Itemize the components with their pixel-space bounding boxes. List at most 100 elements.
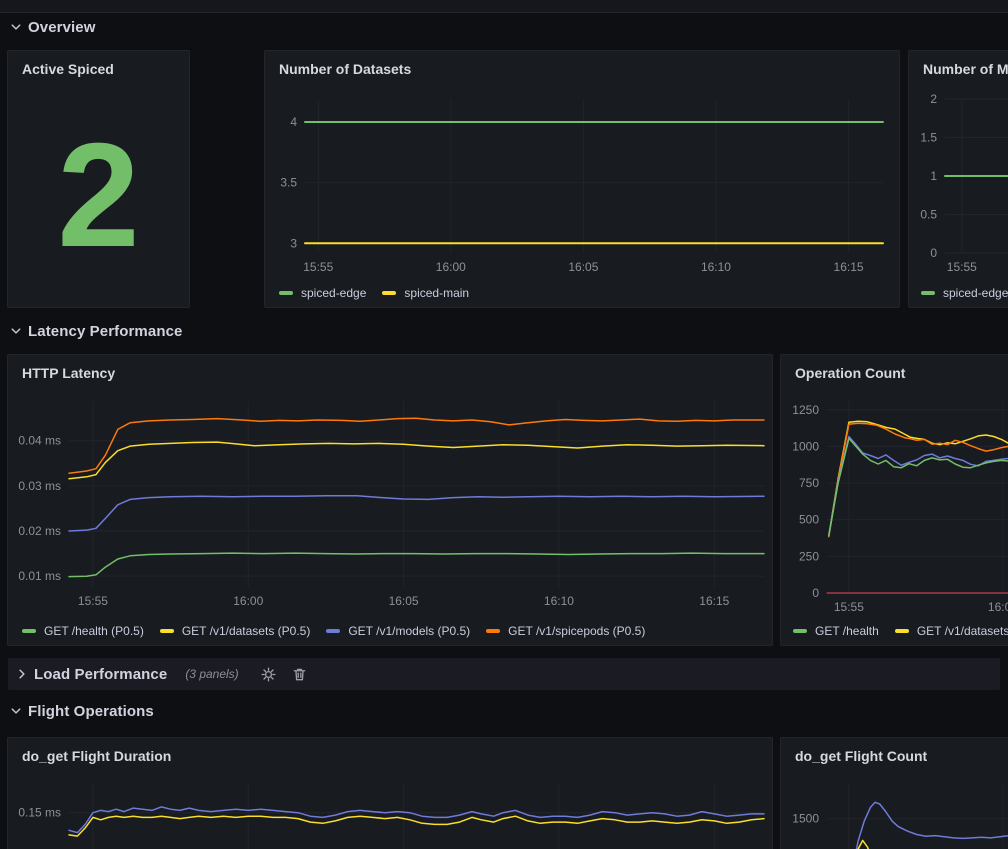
svg-text:15:55: 15:55: [947, 260, 977, 274]
svg-text:1.5: 1.5: [920, 131, 937, 145]
legend-swatch: [279, 291, 293, 295]
legend-item[interactable]: GET /health: [793, 624, 879, 638]
timeseries-chart[interactable]: 0.15 ms15:5516:0016:0516:1016:15: [8, 774, 772, 849]
chart-legend: spiced-edge spiced-main: [265, 279, 899, 307]
legend-label: GET /v1/datasets: [917, 624, 1008, 638]
svg-text:16:00: 16:00: [436, 260, 466, 274]
legend-swatch: [486, 629, 500, 633]
panel-title[interactable]: do_get Flight Duration: [8, 738, 772, 772]
section-label: Flight Operations: [28, 703, 154, 720]
gear-icon[interactable]: [261, 667, 276, 682]
panel-active-spiced: Active Spiced 2: [7, 50, 190, 308]
section-header-flight-operations[interactable]: Flight Operations: [10, 699, 154, 723]
chart-legend: spiced-edge: [909, 279, 1008, 307]
legend-swatch: [326, 629, 340, 633]
timeseries-chart[interactable]: 00.511.5215:5516:00: [909, 87, 1008, 279]
panel-http-latency: HTTP Latency 0.01 ms 0.02 ms 0.03 ms 0.04 m…: [7, 354, 773, 646]
svg-text:0.03 ms: 0.03 ms: [18, 479, 61, 493]
svg-text:4: 4: [290, 115, 297, 129]
legend-item[interactable]: GET /v1/datasets (P0.5): [160, 624, 311, 638]
panel-operation-count: Operation Count 0 250 500 750 1000 1250 15:55 1…: [780, 354, 1008, 646]
legend-swatch: [921, 291, 935, 295]
section-label: Overview: [28, 19, 96, 36]
chart-legend: GET /health (P0.5) GET /v1/datasets (P0.5…: [8, 617, 772, 645]
legend-label: spiced-edge: [301, 286, 366, 300]
chevron-down-icon: [10, 705, 22, 717]
svg-text:0.01 ms: 0.01 ms: [18, 569, 61, 583]
panel-do-get-flight-duration: do_get Flight Duration 0.15 ms15:5516:00…: [7, 737, 773, 849]
section-label: Latency Performance: [28, 323, 182, 340]
section-header-overview[interactable]: Overview: [10, 15, 96, 39]
svg-text:0.02 ms: 0.02 ms: [18, 524, 61, 538]
legend-label: GET /v1/models (P0.5): [348, 624, 470, 638]
legend-swatch: [793, 629, 807, 633]
chevron-down-icon: [10, 325, 22, 337]
timeseries-chart[interactable]: 33.5415:5516:0016:0516:1016:15: [265, 87, 899, 279]
legend-label: GET /health (P0.5): [44, 624, 144, 638]
legend-item[interactable]: spiced-main: [382, 286, 469, 300]
section-header-load-performance[interactable]: Load Performance (3 panels): [8, 658, 1000, 690]
top-bar: [0, 0, 1008, 13]
svg-text:2: 2: [930, 92, 937, 106]
chevron-right-icon: [16, 668, 28, 680]
legend-label: GET /health: [815, 624, 879, 638]
svg-text:500: 500: [799, 513, 819, 527]
timeseries-chart[interactable]: 0 250 500 750 1000 1250 15:55 16:00: [781, 391, 1008, 619]
timeseries-chart[interactable]: 0.01 ms 0.02 ms 0.03 ms 0.04 ms 15:55 16:00 16…: [8, 391, 772, 619]
section-header-latency-performance[interactable]: Latency Performance: [10, 319, 182, 343]
svg-text:16:00: 16:00: [988, 600, 1008, 614]
svg-text:16:05: 16:05: [389, 594, 419, 608]
stat-value: 2: [8, 85, 189, 307]
panel-number-of-models: Number of Models 00.511.5215:5516:00 spi…: [908, 50, 1008, 308]
legend-item[interactable]: GET /v1/models (P0.5): [326, 624, 470, 638]
svg-text:16:00: 16:00: [233, 594, 263, 608]
legend-swatch: [22, 629, 36, 633]
grafana-dashboard: Overview Active Spiced 2 Number of Datas…: [0, 0, 1008, 849]
legend-item[interactable]: GET /v1/datasets: [895, 624, 1008, 638]
svg-text:0.15 ms: 0.15 ms: [18, 806, 61, 820]
svg-text:750: 750: [799, 476, 819, 490]
svg-text:3: 3: [290, 236, 297, 250]
svg-text:15:55: 15:55: [303, 260, 333, 274]
svg-text:1000: 1000: [792, 439, 819, 453]
svg-text:0.04 ms: 0.04 ms: [18, 434, 61, 448]
panel-number-of-datasets: Number of Datasets 33.5415:5516:0016:051…: [264, 50, 900, 308]
section-label: Load Performance: [34, 666, 167, 683]
panel-title[interactable]: Operation Count: [781, 355, 1008, 389]
panel-do-get-flight-count: do_get Flight Count 150015:5516:00: [780, 737, 1008, 849]
svg-text:0.5: 0.5: [920, 208, 937, 222]
panel-title[interactable]: HTTP Latency: [8, 355, 772, 389]
legend-label: spiced-edge: [943, 286, 1008, 300]
panel-title[interactable]: do_get Flight Count: [781, 738, 1008, 772]
legend-item[interactable]: GET /v1/spicepods (P0.5): [486, 624, 645, 638]
svg-text:1: 1: [930, 169, 937, 183]
svg-text:16:15: 16:15: [699, 594, 729, 608]
panel-title[interactable]: Number of Models: [909, 51, 1008, 85]
legend-swatch: [160, 629, 174, 633]
svg-text:16:05: 16:05: [568, 260, 598, 274]
svg-text:250: 250: [799, 549, 819, 563]
svg-text:1500: 1500: [792, 812, 819, 826]
svg-text:15:55: 15:55: [834, 600, 864, 614]
legend-swatch: [895, 629, 909, 633]
svg-text:16:10: 16:10: [544, 594, 574, 608]
svg-text:0: 0: [812, 586, 819, 600]
panel-title[interactable]: Active Spiced: [8, 51, 189, 85]
svg-text:1250: 1250: [792, 403, 819, 417]
panel-title[interactable]: Number of Datasets: [265, 51, 899, 85]
legend-item[interactable]: spiced-edge: [921, 286, 1008, 300]
timeseries-chart[interactable]: 150015:5516:00: [781, 774, 1008, 849]
legend-swatch: [382, 291, 396, 295]
legend-item[interactable]: spiced-edge: [279, 286, 366, 300]
panels-count: (3 panels): [185, 667, 238, 681]
svg-text:16:15: 16:15: [834, 260, 864, 274]
chevron-down-icon: [10, 21, 22, 33]
svg-text:16:10: 16:10: [701, 260, 731, 274]
trash-icon[interactable]: [292, 667, 307, 682]
legend-label: spiced-main: [404, 286, 469, 300]
chart-legend: GET /healthGET /v1/datasetsGET /v1/model…: [781, 617, 1008, 645]
svg-text:15:55: 15:55: [78, 594, 108, 608]
legend-label: GET /v1/datasets (P0.5): [182, 624, 311, 638]
svg-text:0: 0: [930, 246, 937, 260]
legend-item[interactable]: GET /health (P0.5): [22, 624, 144, 638]
